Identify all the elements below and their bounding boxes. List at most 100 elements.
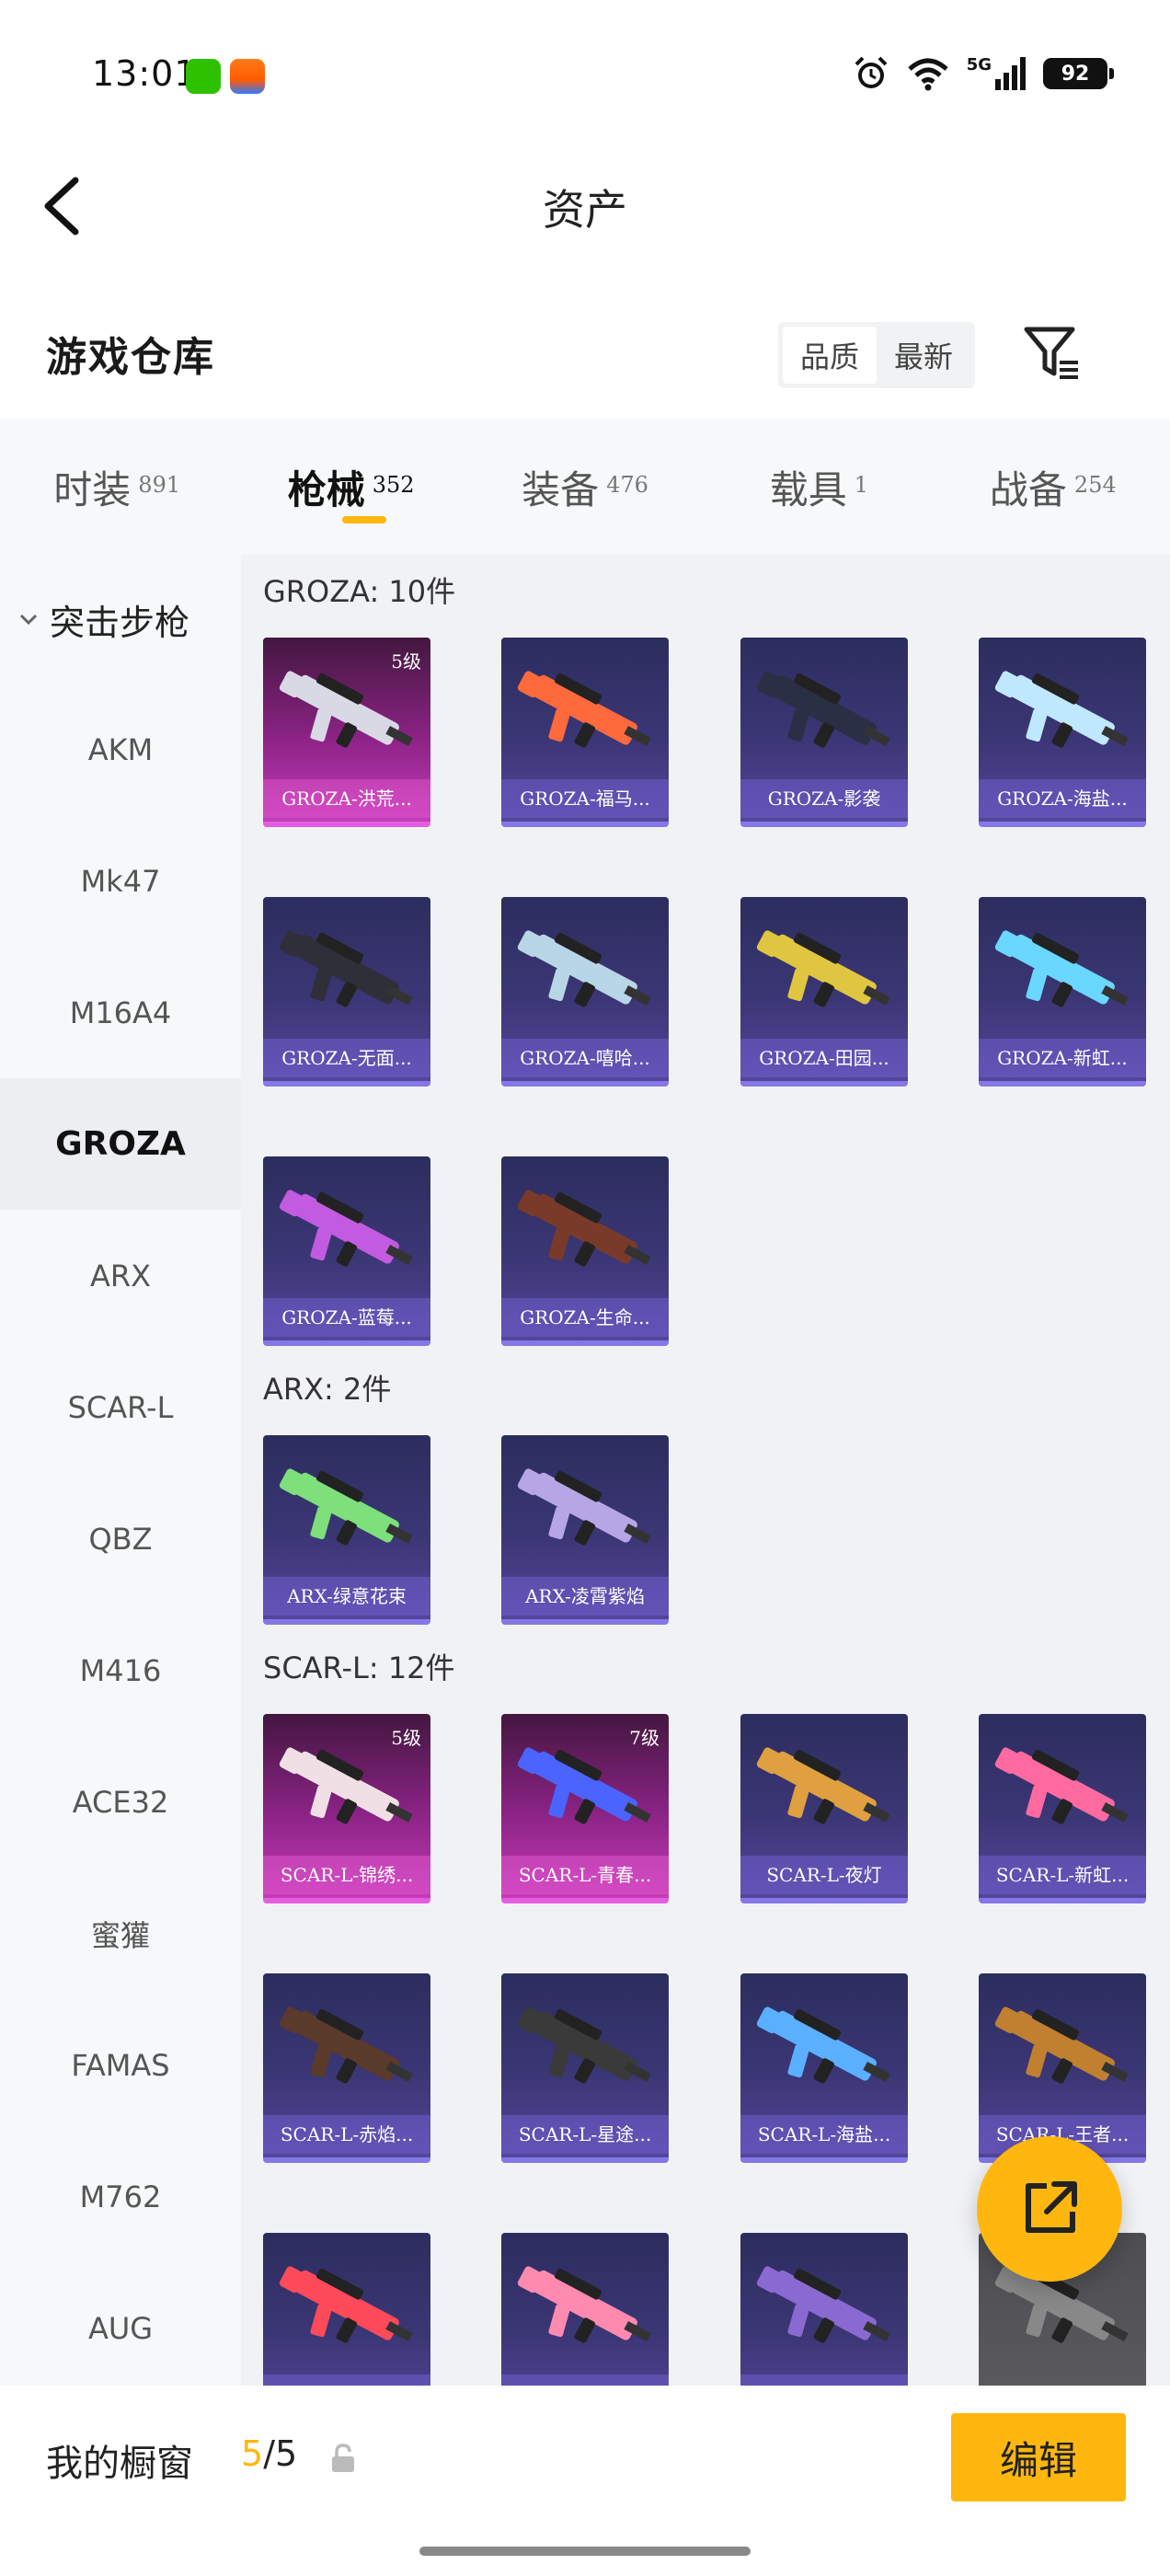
skin-name: GROZA-蓝莓...: [263, 1298, 430, 1337]
sidebar-item-m16a4[interactable]: M16A4: [0, 947, 241, 1078]
skin-card[interactable]: SCAR-L-赤焰...: [263, 1973, 430, 2163]
skin-name: GROZA-福马...: [501, 779, 669, 818]
lock-icon: [332, 2444, 354, 2472]
sort-by-quality-button[interactable]: 品质: [783, 327, 877, 384]
skin-card[interactable]: SCAR-L-王者...: [979, 1973, 1146, 2163]
skin-card[interactable]: ARX-绿意花束: [263, 1435, 430, 1625]
skin-card[interactable]: [740, 2233, 908, 2386]
skin-card[interactable]: [263, 2233, 430, 2386]
skin-card[interactable]: GROZA-新虹...: [979, 897, 1146, 1087]
skin-name: GROZA-海盐...: [979, 779, 1146, 818]
sidebar-item-honey-badger[interactable]: 蜜獾: [0, 1868, 241, 1999]
skin-card[interactable]: GROZA-福马...: [501, 638, 669, 827]
skin-card[interactable]: GROZA-影袭: [740, 638, 908, 827]
share-external-icon: [1026, 2181, 1077, 2233]
page-title: 资产: [543, 185, 627, 235]
skin-name: SCAR-L-星途...: [501, 2115, 669, 2154]
sort-toggle: 品质 最新: [778, 322, 975, 388]
skin-name: SCAR-L-锦绣...: [263, 1856, 430, 1894]
skin-name: SCAR-L-青春...: [501, 1856, 669, 1894]
tab-equipment[interactable]: 装备 476: [468, 419, 702, 555]
filter-icon: [1024, 327, 1078, 379]
tab-count: 352: [372, 472, 415, 498]
sidebar-item-groza[interactable]: GROZA: [0, 1078, 241, 1210]
section-title: 游戏仓库: [46, 334, 215, 381]
sidebar-group-label: 突击步枪: [50, 602, 190, 643]
weapon-skin-image: [994, 1747, 1129, 1824]
weapon-skin-image: [517, 1468, 651, 1546]
tab-label: 时装: [53, 466, 132, 512]
skin-name: GROZA-生命...: [501, 1298, 669, 1337]
skin-card[interactable]: GROZA-无面...: [263, 897, 430, 1087]
weapon-skin-image: [517, 2007, 651, 2084]
skin-name: GROZA-影袭: [740, 779, 908, 818]
status-bar: 13:01 5G 92: [0, 0, 1170, 147]
skin-card[interactable]: SCAR-L-新虹...: [979, 1714, 1146, 1903]
weapon-skin-image: [994, 2007, 1129, 2084]
share-button[interactable]: [977, 2136, 1122, 2282]
skin-card[interactable]: ARX-凌霄紫焰: [501, 1435, 669, 1625]
skin-card[interactable]: 7级 SCAR-L-青春...: [501, 1714, 669, 1903]
skin-card[interactable]: SCAR-L-夜灯: [740, 1714, 908, 1903]
sidebar-item-m416[interactable]: M416: [0, 1604, 241, 1736]
sidebar-item-qbz[interactable]: QBZ: [0, 1473, 241, 1604]
skin-name: GROZA-新虹...: [979, 1039, 1146, 1077]
category-tabs: 时装 891 枪械 352 装备 476 载具 1 战备 254: [0, 419, 1170, 555]
tab-outfits[interactable]: 时装 891: [0, 419, 234, 555]
sidebar-item-akm[interactable]: AKM: [0, 684, 241, 815]
sidebar-item-ace32[interactable]: ACE32: [0, 1736, 241, 1868]
chevron-down-icon: [19, 614, 38, 626]
skin-name: GROZA-洪荒...: [263, 779, 430, 818]
weapon-skin-image: [279, 2266, 413, 2343]
filter-button[interactable]: [1023, 324, 1082, 383]
skin-level-badge: 5级: [391, 1727, 421, 1749]
skin-name: ARX-凌霄紫焰: [501, 1577, 669, 1616]
tab-vehicles[interactable]: 载具 1: [702, 419, 935, 555]
tab-label: 装备: [522, 466, 600, 512]
wechat-notification-icon: [186, 59, 221, 94]
weapon-skin-image: [756, 930, 890, 1007]
tab-firearms[interactable]: 枪械 352: [234, 419, 467, 555]
tab-supplies[interactable]: 战备 254: [936, 419, 1170, 555]
sidebar-item-arx[interactable]: ARX: [0, 1210, 241, 1341]
weapon-skin-image: [994, 930, 1129, 1007]
skin-card[interactable]: GROZA-蓝莓...: [263, 1156, 430, 1346]
skin-card[interactable]: GROZA-嘻哈...: [501, 897, 669, 1087]
skin-name: GROZA-嘻哈...: [501, 1039, 669, 1077]
sidebar-item-aug[interactable]: AUG: [0, 2262, 241, 2394]
skin-card[interactable]: [501, 2233, 669, 2386]
sidebar-item-mk47[interactable]: Mk47: [0, 815, 241, 947]
active-tab-indicator: [341, 516, 386, 523]
edit-button[interactable]: 编辑: [951, 2413, 1126, 2501]
sidebar-group-assault-rifles[interactable]: 突击步枪: [0, 555, 241, 684]
network-type: 5G: [966, 54, 992, 75]
skin-card[interactable]: SCAR-L-海盐...: [740, 1973, 908, 2163]
group-header: ARX: 2件: [263, 1372, 392, 1407]
showcase-count-total: /5: [263, 2433, 298, 2474]
sidebar-item-scar-l[interactable]: SCAR-L: [0, 1341, 241, 1473]
skin-card[interactable]: GROZA-海盐...: [979, 638, 1146, 827]
skin-name: SCAR-L-海盐...: [740, 2115, 908, 2154]
showcase-label: 我的橱窗: [46, 2443, 193, 2485]
skin-card[interactable]: 5级 SCAR-L-锦绣...: [263, 1714, 430, 1903]
skin-card[interactable]: SCAR-L-星途...: [501, 1973, 669, 2163]
weapon-skin-image: [994, 671, 1129, 748]
showcase-count-current: 5: [241, 2433, 264, 2474]
weapon-skin-image: [517, 930, 651, 1007]
sort-by-newest-button[interactable]: 最新: [877, 327, 970, 384]
weapon-sidebar: 突击步枪 AKM Mk47 M16A4 GROZA ARX SCAR-L QBZ…: [0, 555, 241, 2386]
weapon-skin-image: [756, 2007, 890, 2084]
skin-card[interactable]: GROZA-生命...: [501, 1156, 669, 1346]
tab-label: 战备: [989, 466, 1067, 512]
skin-level-badge: 7级: [629, 1727, 660, 1749]
sidebar-item-famas[interactable]: FAMAS: [0, 1999, 241, 2131]
signal-icon: [995, 57, 1026, 90]
sidebar-item-m762[interactable]: M762: [0, 2131, 241, 2262]
tab-count: 254: [1073, 472, 1117, 498]
weapon-skin-image: [279, 930, 413, 1007]
skin-card[interactable]: GROZA-田园...: [740, 897, 908, 1087]
weapon-skin-image: [756, 2266, 890, 2343]
weapon-skin-image: [517, 1190, 651, 1267]
tab-label: 载具: [769, 466, 847, 512]
skin-card[interactable]: 5级 GROZA-洪荒...: [263, 638, 430, 827]
